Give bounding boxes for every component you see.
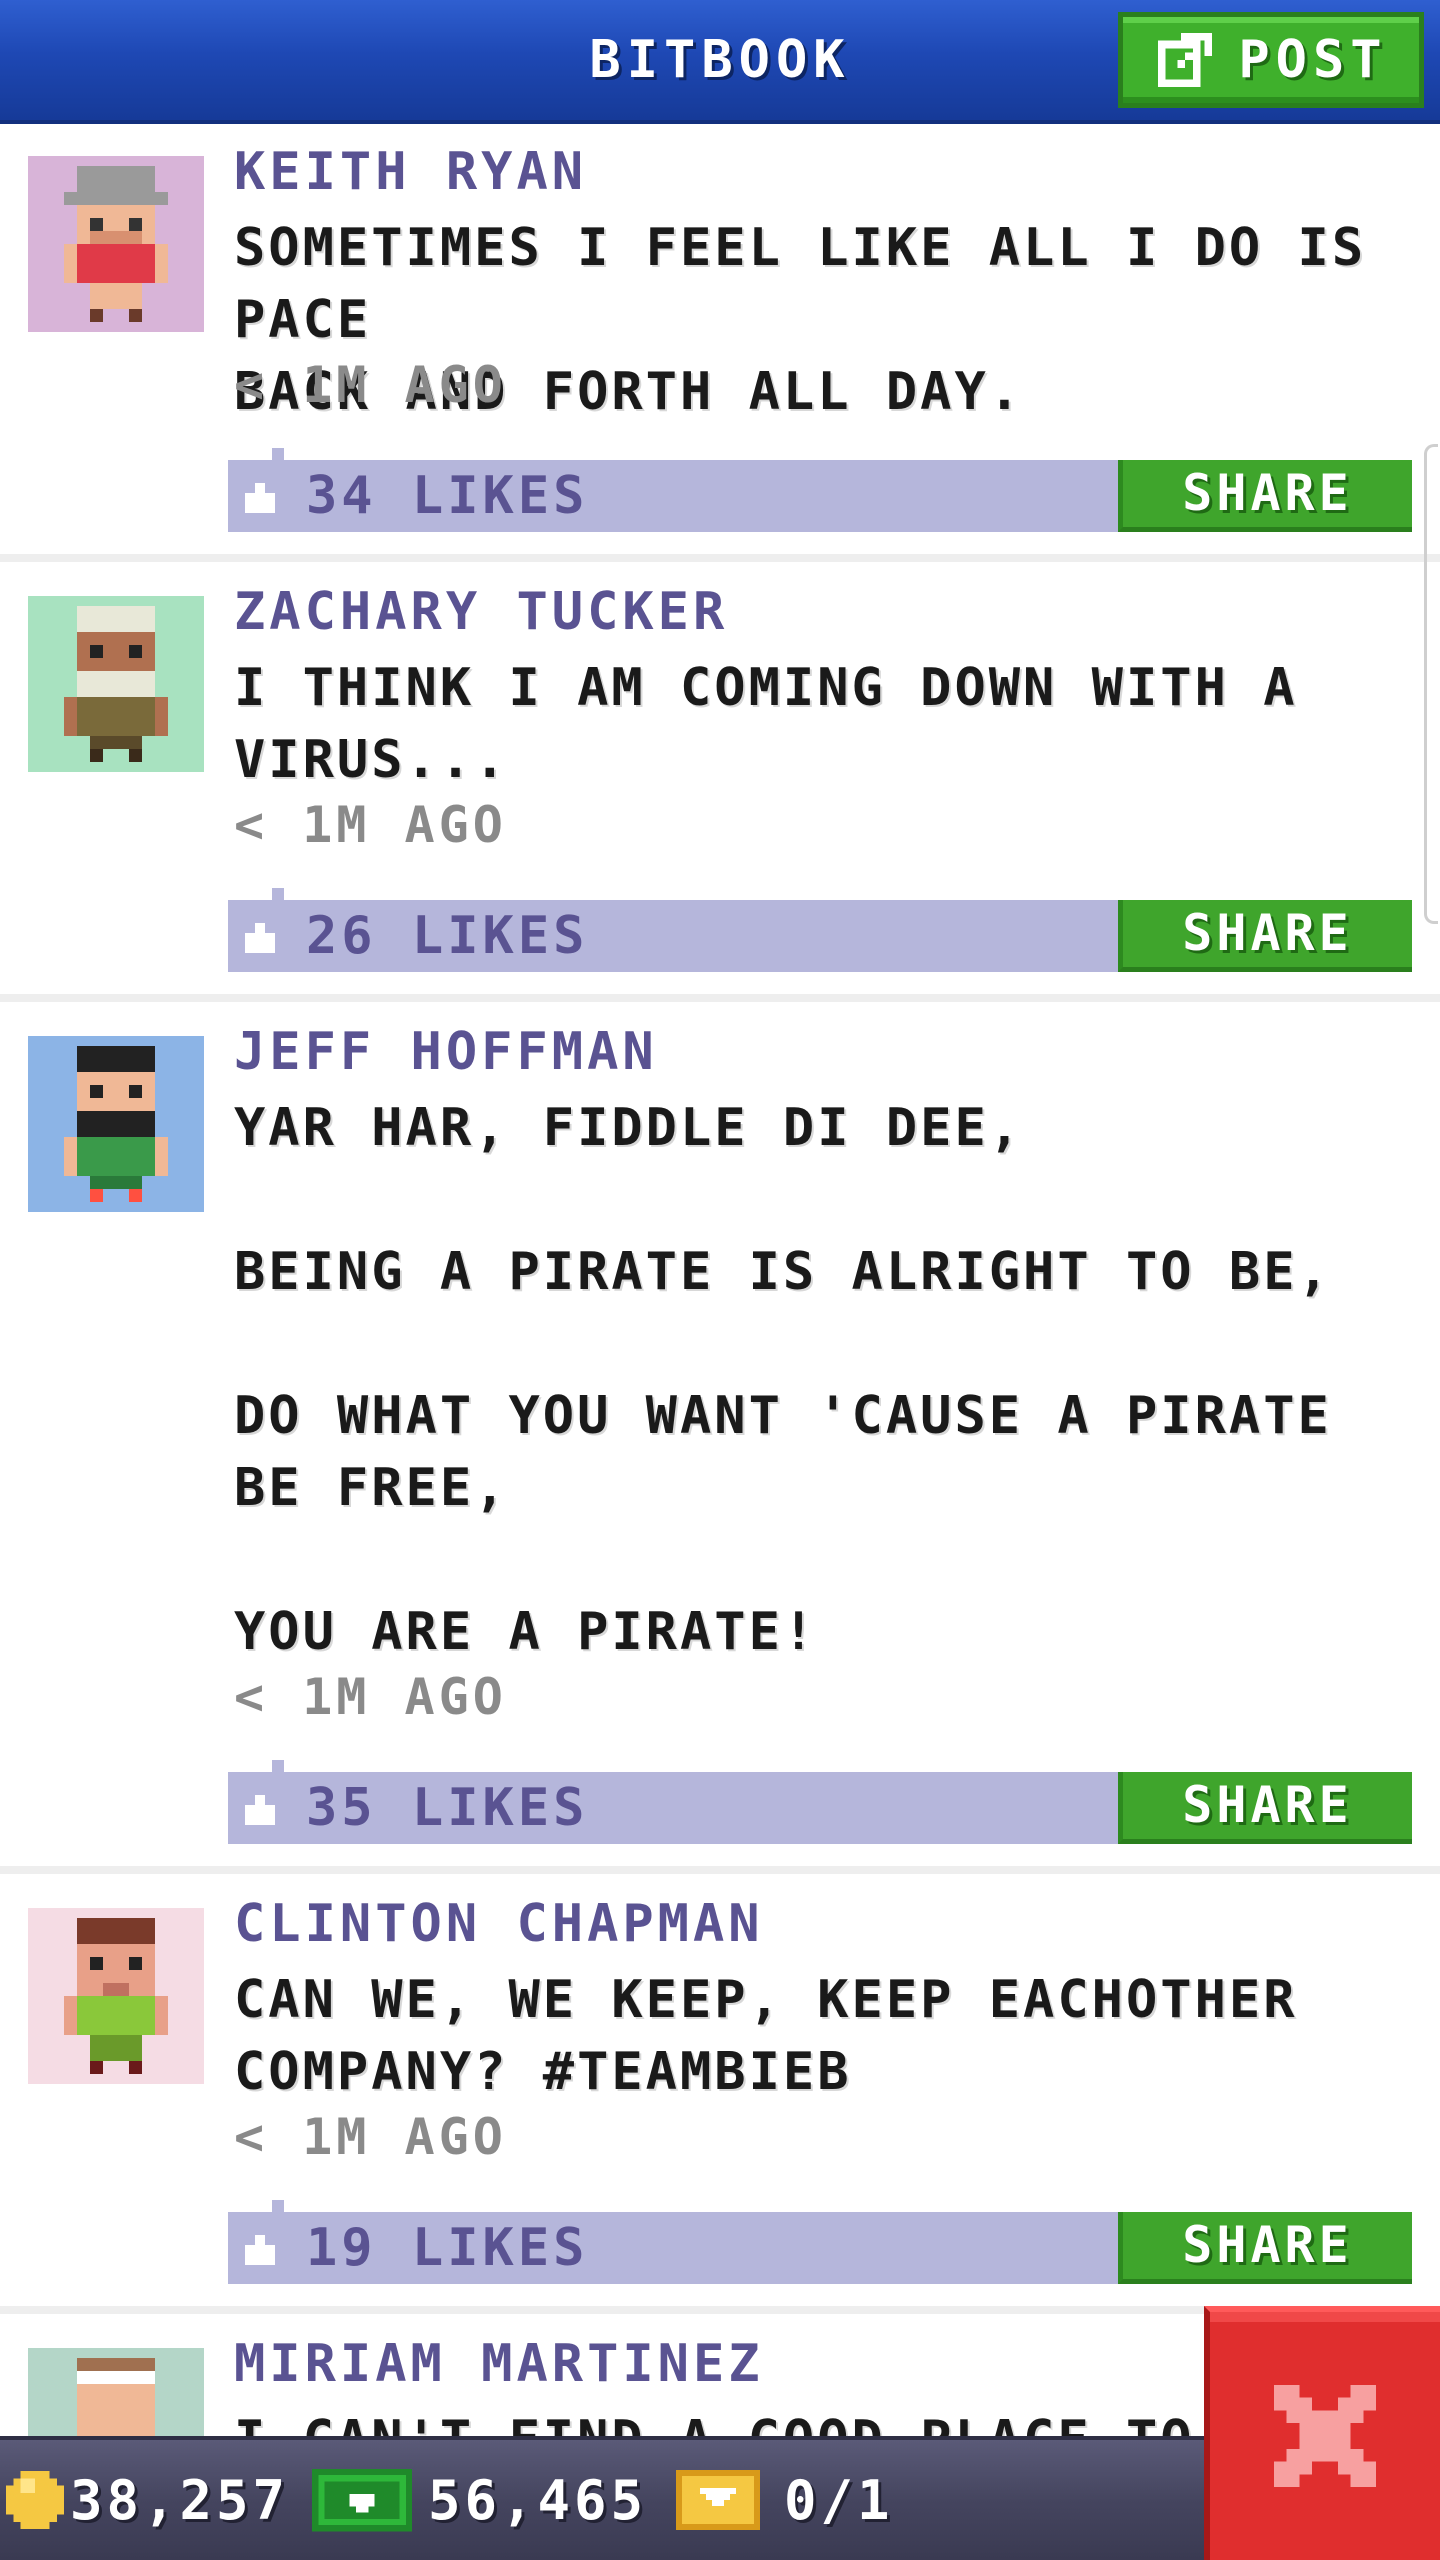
- thumbs-up-icon[interactable]: [240, 478, 280, 518]
- close-icon: [1273, 2384, 1377, 2488]
- scrollbar[interactable]: [1424, 444, 1438, 924]
- avatar[interactable]: [28, 1036, 204, 1212]
- old-man-avatar-icon: [64, 166, 168, 322]
- compose-icon: [1158, 32, 1213, 88]
- avatar[interactable]: [28, 1908, 204, 2084]
- woman-headband-avatar-icon: [77, 2358, 155, 2436]
- avatar[interactable]: [28, 596, 204, 772]
- like-count: 34 LIKES: [306, 466, 589, 526]
- post-message: YAR HAR, FIDDLE DI DEE, BEING A PIRATE I…: [234, 1098, 1332, 1662]
- cash-icon: [312, 2468, 412, 2532]
- feed-post: CLINTON CHAPMAN CAN WE, WE KEEP, KEEP EA…: [0, 1874, 1440, 2314]
- post-message: I THINK I AM COMING DOWN WITH A VIRUS...: [234, 658, 1298, 790]
- avatar[interactable]: [28, 2348, 204, 2436]
- like-count: 26 LIKES: [306, 906, 589, 966]
- post-timestamp: < 1M AGO: [234, 356, 507, 414]
- golden-ticket-icon: [676, 2470, 760, 2530]
- close-button[interactable]: [1204, 2306, 1440, 2560]
- cash-value: 56,465: [428, 2468, 648, 2532]
- share-button[interactable]: SHARE: [1118, 2212, 1412, 2284]
- post-author[interactable]: MIRIAM MARTINEZ: [234, 2334, 764, 2394]
- post-timestamp: < 1M AGO: [234, 1668, 507, 1726]
- app-header: BITBOOK POST: [0, 0, 1440, 124]
- like-bar: 19 LIKES SHARE: [228, 2200, 1412, 2284]
- feed-post: ZACHARY TUCKER I THINK I AM COMING DOWN …: [0, 562, 1440, 1002]
- thumbs-up-icon[interactable]: [240, 1790, 280, 1830]
- like-bar: 34 LIKES SHARE: [228, 448, 1412, 532]
- post-author[interactable]: ZACHARY TUCKER: [234, 582, 728, 642]
- cash-counter: 56,465: [312, 2440, 647, 2560]
- feed-post: KEITH RYAN SOMETIMES I FEEL LIKE ALL I D…: [0, 124, 1440, 562]
- young-man-avatar-icon: [64, 1918, 168, 2074]
- like-bar: 35 LIKES SHARE: [228, 1760, 1412, 1844]
- post-author[interactable]: JEFF HOFFMAN: [234, 1022, 658, 1082]
- like-count: 19 LIKES: [306, 2218, 589, 2278]
- post-button[interactable]: POST: [1118, 12, 1424, 108]
- post-timestamp: < 1M AGO: [234, 796, 507, 854]
- news-feed[interactable]: KEITH RYAN SOMETIMES I FEEL LIKE ALL I D…: [0, 124, 1440, 2436]
- post-author[interactable]: CLINTON CHAPMAN: [234, 1894, 764, 1954]
- post-message: CAN WE, WE KEEP, KEEP EACHOTHER COMPANY?…: [234, 1970, 1298, 2102]
- like-bar: 26 LIKES SHARE: [228, 888, 1412, 972]
- feed-post: JEFF HOFFMAN YAR HAR, FIDDLE DI DEE, BEI…: [0, 1002, 1440, 1874]
- pirate-avatar-icon: [64, 1046, 168, 1202]
- coins-value: 38,257: [70, 2468, 290, 2532]
- share-button[interactable]: SHARE: [1118, 900, 1412, 972]
- thumbs-up-icon[interactable]: [240, 2230, 280, 2270]
- share-button[interactable]: SHARE: [1118, 1772, 1412, 1844]
- avatar[interactable]: [28, 156, 204, 332]
- post-timestamp: < 1M AGO: [234, 2108, 507, 2166]
- post-button-label: POST: [1238, 30, 1388, 90]
- thumbs-up-icon[interactable]: [240, 918, 280, 958]
- coin-icon: [6, 2471, 64, 2529]
- post-author[interactable]: KEITH RYAN: [234, 142, 587, 202]
- bearded-man-avatar-icon: [64, 606, 168, 762]
- tickets-counter: 0/1: [674, 2440, 894, 2560]
- share-button[interactable]: SHARE: [1118, 460, 1412, 532]
- tickets-value: 0/1: [784, 2468, 894, 2532]
- coins-counter: 38,257: [6, 2440, 289, 2560]
- like-count: 35 LIKES: [306, 1778, 589, 1838]
